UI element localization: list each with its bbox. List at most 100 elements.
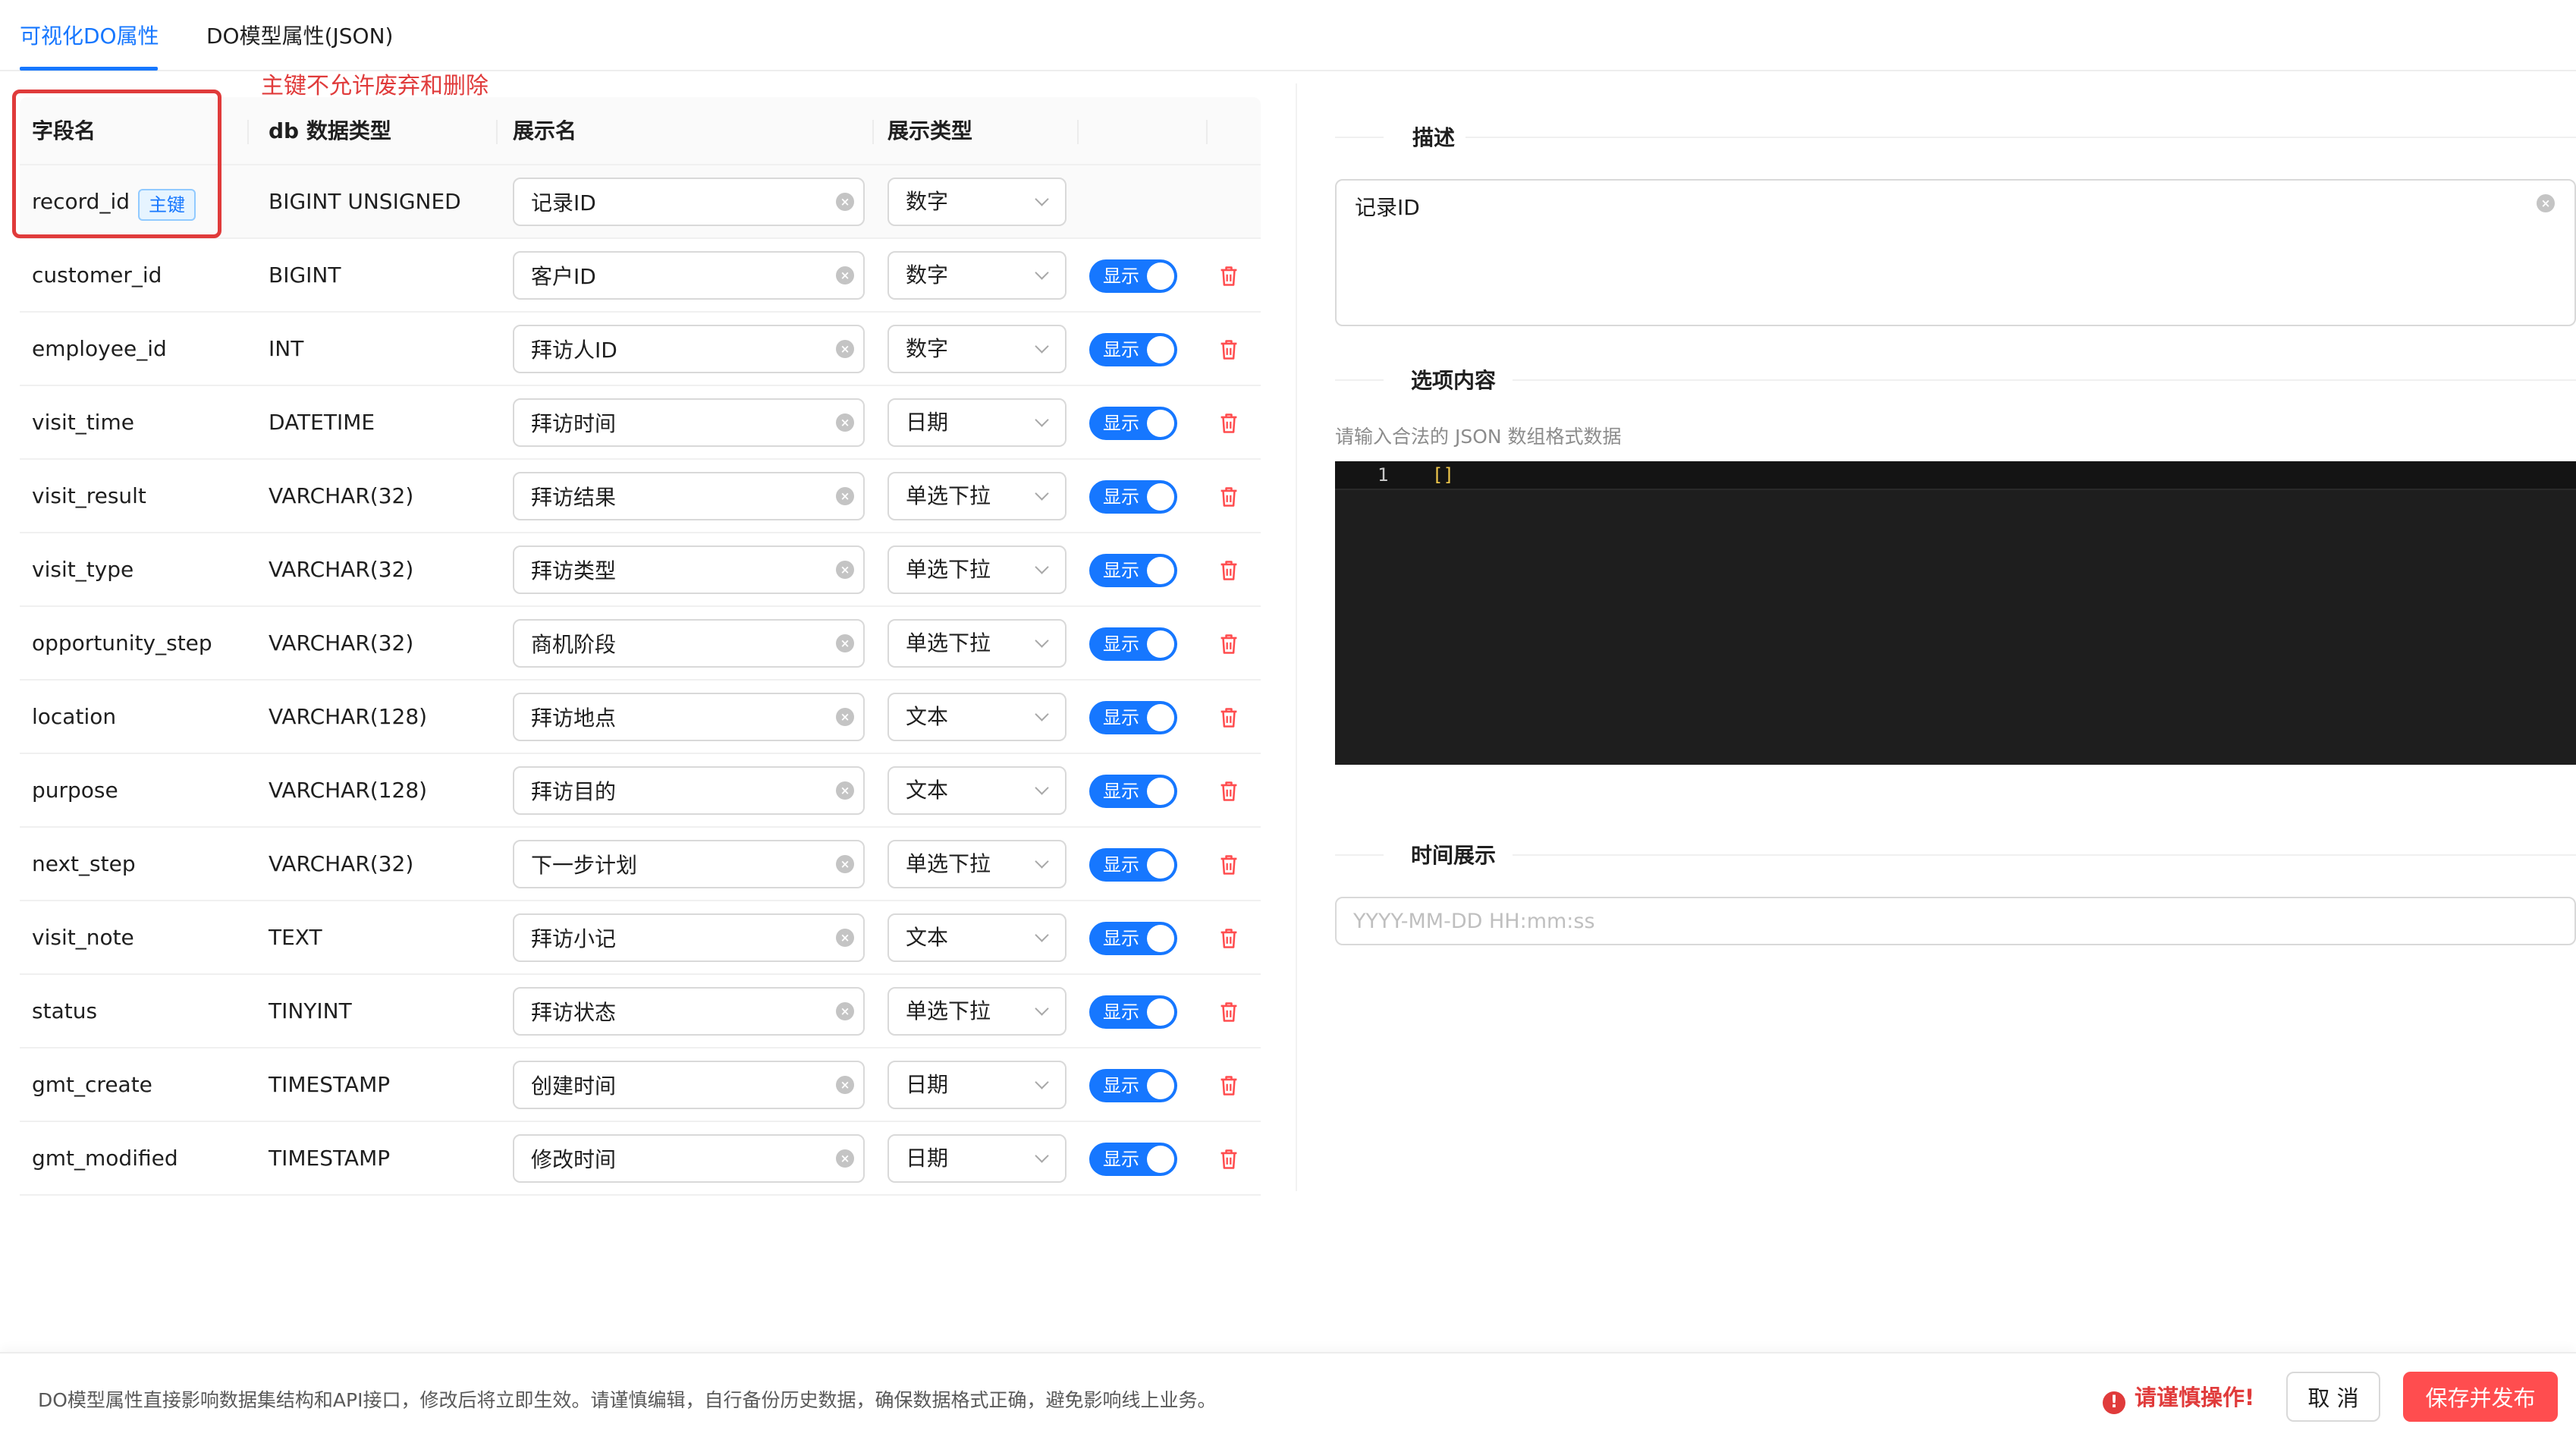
display-name-input[interactable] bbox=[513, 693, 865, 741]
table-row: purpose VARCHAR(128) × 文本 显示 bbox=[20, 754, 1261, 828]
trash-icon[interactable] bbox=[1218, 1001, 1239, 1023]
visibility-toggle[interactable]: 显示 bbox=[1089, 627, 1177, 661]
clear-circle-icon[interactable]: × bbox=[836, 340, 854, 358]
visibility-toggle[interactable]: 显示 bbox=[1089, 995, 1177, 1029]
display-name-input[interactable] bbox=[513, 398, 865, 447]
chevron-down-icon bbox=[1035, 707, 1049, 722]
clear-circle-icon[interactable]: × bbox=[836, 855, 854, 873]
visibility-toggle[interactable]: 显示 bbox=[1089, 775, 1177, 808]
clear-circle-icon[interactable]: × bbox=[2537, 194, 2555, 212]
display-type-select[interactable]: 日期 bbox=[887, 1134, 1067, 1183]
trash-icon[interactable] bbox=[1218, 927, 1239, 950]
visibility-toggle[interactable]: 显示 bbox=[1089, 1143, 1177, 1176]
display-name-input[interactable] bbox=[513, 840, 865, 888]
field-name: gmt_create bbox=[32, 1072, 152, 1097]
display-type-select[interactable]: 单选下拉 bbox=[887, 619, 1067, 668]
display-type-value: 文本 bbox=[906, 925, 949, 950]
db-type: TIMESTAMP bbox=[269, 1146, 391, 1171]
clear-circle-icon[interactable]: × bbox=[836, 708, 854, 726]
trash-icon[interactable] bbox=[1218, 633, 1239, 655]
trash-icon[interactable] bbox=[1218, 265, 1239, 288]
display-name-input[interactable] bbox=[513, 766, 865, 815]
visibility-toggle[interactable]: 显示 bbox=[1089, 922, 1177, 955]
trash-icon[interactable] bbox=[1218, 338, 1239, 361]
visibility-toggle[interactable]: 显示 bbox=[1089, 333, 1177, 366]
clear-circle-icon[interactable]: × bbox=[836, 487, 854, 505]
display-type-value: 单选下拉 bbox=[906, 557, 991, 582]
display-name-input[interactable] bbox=[513, 178, 865, 226]
trash-icon[interactable] bbox=[1218, 412, 1239, 435]
display-type-select[interactable]: 日期 bbox=[887, 1061, 1067, 1109]
display-name-input[interactable] bbox=[513, 1061, 865, 1109]
field-name: opportunity_step bbox=[32, 630, 212, 655]
display-name-input[interactable] bbox=[513, 913, 865, 962]
display-name-input[interactable] bbox=[513, 987, 865, 1036]
display-type-select[interactable]: 数字 bbox=[887, 178, 1067, 226]
trash-icon[interactable] bbox=[1218, 1074, 1239, 1097]
chevron-down-icon bbox=[1035, 560, 1049, 574]
clear-circle-icon[interactable]: × bbox=[836, 413, 854, 432]
field-name: location bbox=[32, 704, 117, 729]
clear-circle-icon[interactable]: × bbox=[836, 929, 854, 947]
display-type-select[interactable]: 单选下拉 bbox=[887, 987, 1067, 1036]
clear-circle-icon[interactable]: × bbox=[836, 1076, 854, 1094]
trash-icon[interactable] bbox=[1218, 854, 1239, 876]
cancel-button[interactable]: 取 消 bbox=[2286, 1372, 2380, 1422]
clear-circle-icon[interactable]: × bbox=[836, 1149, 854, 1168]
clear-circle-icon[interactable]: × bbox=[836, 561, 854, 579]
display-type-select[interactable]: 数字 bbox=[887, 251, 1067, 300]
clear-circle-icon[interactable]: × bbox=[836, 781, 854, 800]
code-content[interactable]: [] bbox=[1432, 464, 1454, 486]
display-type-select[interactable]: 数字 bbox=[887, 325, 1067, 373]
display-name-input[interactable] bbox=[513, 325, 865, 373]
description-textarea[interactable]: 记录ID × bbox=[1335, 179, 2576, 326]
visibility-toggle[interactable]: 显示 bbox=[1089, 848, 1177, 882]
field-name: status bbox=[32, 998, 98, 1023]
table-row: visit_time DATETIME × 日期 显示 bbox=[20, 386, 1261, 460]
display-type-select[interactable]: 文本 bbox=[887, 913, 1067, 962]
display-type-select[interactable]: 单选下拉 bbox=[887, 545, 1067, 594]
visibility-toggle[interactable]: 显示 bbox=[1089, 407, 1177, 440]
display-type-select[interactable]: 日期 bbox=[887, 398, 1067, 447]
display-type-select[interactable]: 单选下拉 bbox=[887, 840, 1067, 888]
tab-do-json[interactable]: DO模型属性(JSON) bbox=[206, 21, 393, 52]
time-format-input[interactable] bbox=[1335, 897, 2576, 945]
visibility-toggle[interactable]: 显示 bbox=[1089, 259, 1177, 293]
toggle-label: 显示 bbox=[1103, 266, 1139, 287]
save-publish-button[interactable]: 保存并发布 bbox=[2403, 1372, 2558, 1422]
toggle-knob bbox=[1147, 1146, 1174, 1173]
display-type-select[interactable]: 文本 bbox=[887, 766, 1067, 815]
section-divider bbox=[1513, 379, 2576, 381]
field-name: gmt_modified bbox=[32, 1146, 178, 1171]
toggle-knob bbox=[1147, 630, 1174, 658]
display-type-select[interactable]: 单选下拉 bbox=[887, 472, 1067, 520]
toggle-label: 显示 bbox=[1103, 1001, 1139, 1023]
trash-icon[interactable] bbox=[1218, 486, 1239, 508]
db-type: INT bbox=[269, 336, 304, 361]
clear-circle-icon[interactable]: × bbox=[836, 266, 854, 285]
display-name-input[interactable] bbox=[513, 251, 865, 300]
clear-circle-icon[interactable]: × bbox=[836, 193, 854, 211]
clear-circle-icon[interactable]: × bbox=[836, 634, 854, 652]
toggle-label: 显示 bbox=[1103, 1075, 1139, 1096]
visibility-toggle[interactable]: 显示 bbox=[1089, 1069, 1177, 1102]
trash-icon[interactable] bbox=[1218, 780, 1239, 803]
display-name-input[interactable] bbox=[513, 1134, 865, 1183]
visibility-toggle[interactable]: 显示 bbox=[1089, 554, 1177, 587]
toggle-knob bbox=[1147, 925, 1174, 952]
trash-icon[interactable] bbox=[1218, 1148, 1239, 1171]
clear-circle-icon[interactable]: × bbox=[836, 1002, 854, 1020]
display-name-input[interactable] bbox=[513, 472, 865, 520]
trash-icon[interactable] bbox=[1218, 706, 1239, 729]
display-type-value: 日期 bbox=[906, 410, 949, 435]
db-type: VARCHAR(32) bbox=[269, 557, 414, 582]
display-name-input[interactable] bbox=[513, 545, 865, 594]
display-type-value: 数字 bbox=[906, 263, 949, 288]
tab-visual-do[interactable]: 可视化DO属性 bbox=[20, 21, 159, 52]
display-name-input[interactable] bbox=[513, 619, 865, 668]
display-type-select[interactable]: 文本 bbox=[887, 693, 1067, 741]
json-code-editor[interactable]: 1 [] bbox=[1335, 461, 2576, 765]
trash-icon[interactable] bbox=[1218, 559, 1239, 582]
visibility-toggle[interactable]: 显示 bbox=[1089, 701, 1177, 734]
visibility-toggle[interactable]: 显示 bbox=[1089, 480, 1177, 514]
